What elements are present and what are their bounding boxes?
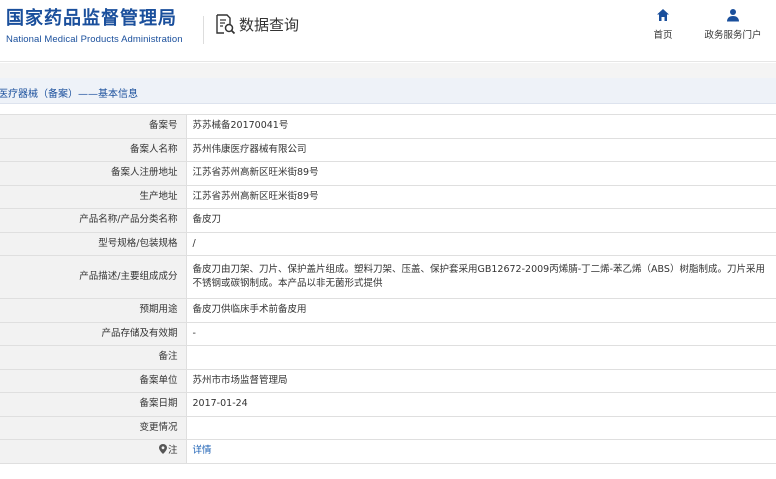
site-logo[interactable]: 国家药品监督管理局 National Medical Products Admi…: [6, 8, 183, 45]
field-label: 备案日期: [0, 392, 187, 417]
field-value: 备皮刀由刀架、刀片、保护盖片组成。塑料刀架、压盖、保护套采用GB12672-20…: [186, 255, 776, 299]
field-value: 苏州市市场监督管理局: [186, 368, 776, 393]
data-query-link[interactable]: 数据查询: [214, 13, 299, 35]
field-label: 备案人注册地址: [0, 161, 187, 186]
table-row: 备案人名称 苏州伟康医疗器械有限公司: [0, 137, 776, 162]
field-label: 备案号: [0, 114, 187, 139]
field-label: 型号规格/包装规格: [0, 231, 187, 256]
user-icon: [727, 9, 739, 22]
field-value: 备皮刀供临床手术前备皮用: [186, 298, 776, 323]
table-row: 注 详情: [0, 439, 776, 464]
document-search-icon: [216, 14, 236, 35]
details-link[interactable]: 详情: [193, 445, 212, 456]
field-value: 2017-01-24: [186, 392, 776, 417]
table-row: 预期用途 备皮刀供临床手术前备皮用: [0, 298, 776, 323]
table-row: 产品存储及有效期 -: [0, 321, 776, 346]
field-value: 江苏省苏州高新区旺米街89号: [186, 161, 776, 186]
field-label: 备案单位: [0, 368, 187, 393]
data-query-label: 数据查询: [239, 15, 300, 34]
field-value: 苏苏械备20170041号: [186, 114, 776, 139]
field-label: 预期用途: [0, 298, 187, 323]
table-row: 生产地址 江苏省苏州高新区旺米街89号: [0, 184, 776, 209]
table-row: 备案日期 2017-01-24: [0, 392, 776, 417]
field-label: 产品存储及有效期: [0, 321, 187, 346]
note-label-cell: 注: [0, 439, 187, 464]
home-icon: [657, 9, 669, 21]
field-label: 产品描述/主要组成成分: [0, 255, 187, 299]
field-label: 产品名称/产品分类名称: [0, 208, 187, 233]
table-row: 产品名称/产品分类名称 备皮刀: [0, 208, 776, 233]
header-spacer: [0, 63, 776, 78]
field-value: 苏州伟康医疗器械有限公司: [186, 137, 776, 162]
field-value: 备皮刀: [186, 208, 776, 233]
table-row: 变更情况: [0, 415, 776, 440]
section-title-bar: 医疗器械（备案）——基本信息: [0, 78, 776, 104]
table-row: 备案号 苏苏械备20170041号: [0, 114, 776, 139]
field-value: [186, 345, 776, 370]
table-row: 产品描述/主要组成成分 备皮刀由刀架、刀片、保护盖片组成。塑料刀架、压盖、保护套…: [0, 255, 776, 299]
field-value: 江苏省苏州高新区旺米街89号: [186, 184, 776, 209]
field-label: 注: [167, 445, 178, 457]
header-divider: [203, 16, 204, 44]
nav-home[interactable]: 首页: [650, 8, 676, 41]
site-header: 国家药品监督管理局 National Medical Products Admi…: [0, 0, 776, 62]
nav-home-label: 首页: [653, 30, 673, 41]
logo-english-name: National Medical Products Administration: [6, 34, 183, 45]
breadcrumb: 医疗器械（备案）——基本信息: [0, 89, 138, 100]
table-row: 备案人注册地址 江苏省苏州高新区旺米街89号: [0, 161, 776, 186]
table-row: 备注: [0, 345, 776, 370]
field-value: [186, 415, 776, 440]
nav-service-portal[interactable]: 政务服务门户: [700, 8, 766, 41]
logo-chinese-name: 国家药品监督管理局: [6, 8, 177, 29]
record-info-table: 备案号 苏苏械备20170041号 备案人名称 苏州伟康医疗器械有限公司 备案人…: [0, 114, 776, 464]
table-row: 备案单位 苏州市市场监督管理局: [0, 368, 776, 393]
field-label: 变更情况: [0, 415, 187, 440]
field-value: -: [186, 321, 776, 346]
field-label: 生产地址: [0, 184, 187, 209]
field-value: /: [186, 231, 776, 256]
field-label: 备注: [0, 345, 187, 370]
field-label: 备案人名称: [0, 137, 187, 162]
pin-icon: [158, 444, 167, 455]
nav-service-portal-label: 政务服务门户: [704, 30, 762, 41]
field-value-cell: 详情: [186, 439, 776, 464]
table-row: 型号规格/包装规格 /: [0, 231, 776, 256]
